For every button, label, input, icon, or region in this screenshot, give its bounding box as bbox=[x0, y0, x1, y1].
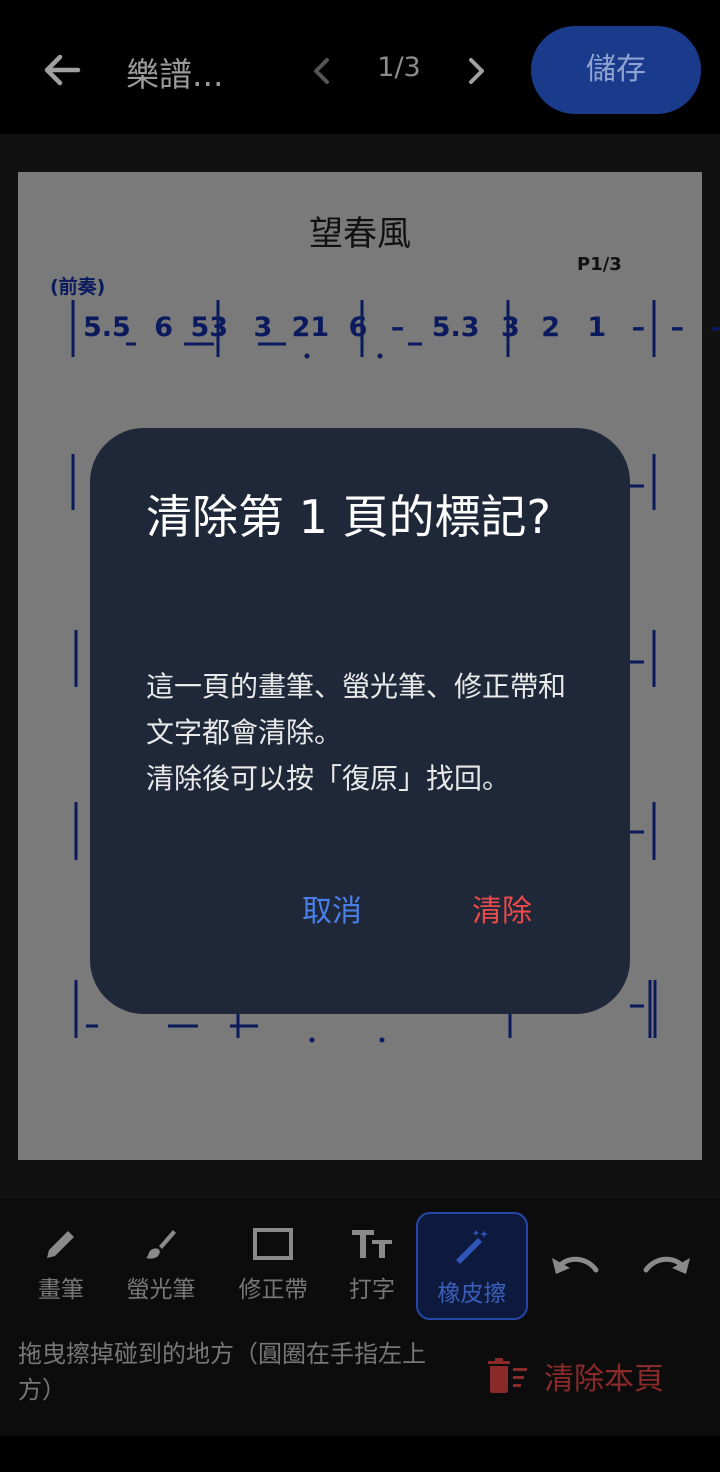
notation-note: 6 bbox=[154, 312, 174, 343]
tool-label: 畫筆 bbox=[38, 1277, 84, 1303]
notation-dash: – bbox=[390, 312, 405, 343]
notation-note: 5.3 bbox=[431, 312, 480, 343]
back-arrow-icon[interactable] bbox=[38, 46, 86, 94]
cancel-button[interactable]: 取消 bbox=[302, 886, 362, 930]
delete-sweep-icon bbox=[488, 1358, 527, 1393]
clear-page-label: 清除本頁 bbox=[544, 1362, 664, 1397]
notation-note: 53 bbox=[190, 312, 229, 343]
notation-note: 6 bbox=[348, 312, 368, 343]
tool-pencil[interactable]: 畫筆 bbox=[20, 1214, 102, 1318]
rectangle-icon bbox=[253, 1228, 293, 1260]
tool-label: 橡皮擦 bbox=[437, 1281, 507, 1307]
tool-label: 螢光筆 bbox=[126, 1277, 196, 1303]
pencil-icon bbox=[47, 1231, 74, 1258]
redo-icon[interactable] bbox=[638, 1248, 694, 1288]
hint-bar: 拖曳擦掉碰到的地方（圓圈在手指左上方） 清除本頁 bbox=[0, 1336, 720, 1436]
notation-note: 1 bbox=[587, 312, 607, 343]
undo-icon[interactable] bbox=[548, 1248, 604, 1288]
top-app-bar: 樂譜... 1/3 儲存 bbox=[0, 0, 720, 134]
tool-label: 打字 bbox=[349, 1277, 395, 1303]
magic-eraser-icon bbox=[456, 1230, 488, 1264]
notation-note: 3 bbox=[500, 312, 520, 343]
dialog-title: 清除第 1 頁的標記? bbox=[146, 490, 551, 544]
brush-icon bbox=[146, 1230, 176, 1259]
confirm-clear-button[interactable]: 清除 bbox=[472, 886, 532, 930]
document-title: 樂譜... bbox=[126, 55, 224, 94]
tool-label: 修正帶 bbox=[238, 1277, 308, 1303]
notation-note: 5.5 bbox=[83, 312, 131, 343]
previous-page-icon[interactable] bbox=[306, 54, 338, 88]
save-button[interactable]: 儲存 bbox=[531, 26, 701, 114]
page-indicator: 1/3 bbox=[377, 52, 421, 83]
notation-note: 3 bbox=[253, 312, 273, 343]
eraser-hint: 拖曳擦掉碰到的地方（圓圈在手指左上方） bbox=[18, 1340, 426, 1404]
notation-dash: – bbox=[709, 312, 720, 343]
tool-text[interactable]: 打字 bbox=[334, 1214, 410, 1318]
next-page-icon[interactable] bbox=[460, 54, 492, 88]
notation-dash: – bbox=[670, 312, 685, 343]
notation-dash: – bbox=[631, 312, 646, 343]
tool-correction-tape[interactable]: 修正帶 bbox=[226, 1214, 320, 1318]
tool-highlighter[interactable]: 螢光筆 bbox=[116, 1214, 206, 1318]
notation-note: 21 bbox=[291, 312, 330, 343]
clear-page-button[interactable]: 清除本頁 bbox=[486, 1356, 664, 1397]
text-size-icon bbox=[352, 1230, 392, 1258]
dialog-message: 這一頁的畫筆、螢光筆、修正帶和文字都會清除。 清除後可以按「復原」找回。 bbox=[146, 670, 567, 795]
drawing-toolbar: 畫筆 螢光筆 修正帶 打字 橡皮擦 bbox=[0, 1198, 720, 1336]
notation-note: 2 bbox=[541, 312, 560, 343]
clear-confirm-dialog: 清除第 1 頁的標記? 這一頁的畫筆、螢光筆、修正帶和文字都會清除。 清除後可以… bbox=[90, 428, 630, 1014]
tool-eraser[interactable]: 橡皮擦 bbox=[416, 1212, 528, 1320]
system-nav-bar bbox=[0, 1436, 720, 1472]
